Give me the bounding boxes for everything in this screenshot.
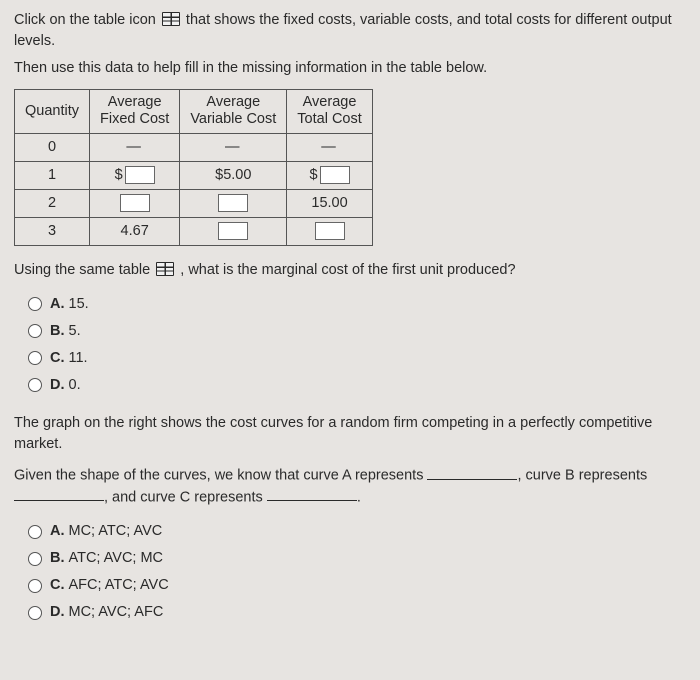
choice-b[interactable]: B.ATC; AVC; MC xyxy=(28,545,686,572)
cell-afc-0: — xyxy=(90,133,180,161)
choice-text: ATC; AVC; MC xyxy=(69,550,164,566)
atc-1-prefix: $ xyxy=(309,165,317,186)
radio-icon[interactable] xyxy=(28,606,42,620)
cell-afc-1: $ xyxy=(90,161,180,189)
blank-a xyxy=(427,465,517,480)
cell-avc-2 xyxy=(180,189,287,217)
choice-c[interactable]: C.11. xyxy=(28,345,686,372)
table-icon[interactable] xyxy=(162,12,180,26)
afc-1-prefix: $ xyxy=(115,165,123,186)
cell-qty-3: 3 xyxy=(15,217,90,245)
instruction-2: Then use this data to help fill in the m… xyxy=(14,58,686,79)
choice-letter: C. xyxy=(50,350,65,366)
table-row: 3 4.67 xyxy=(15,217,373,245)
instruction-1: Click on the table icon that shows the f… xyxy=(14,10,686,52)
cell-atc-2: 15.00 xyxy=(287,189,372,217)
header-afc: AverageFixed Cost xyxy=(90,90,180,134)
choice-a[interactable]: A.15. xyxy=(28,291,686,318)
choice-letter: B. xyxy=(50,550,65,566)
radio-icon[interactable] xyxy=(28,324,42,338)
q2-mid2: , and curve C represents xyxy=(104,489,263,505)
choice-letter: A. xyxy=(50,523,65,539)
choice-b[interactable]: B.5. xyxy=(28,318,686,345)
choice-letter: A. xyxy=(50,296,65,312)
choice-letter: B. xyxy=(50,323,65,339)
choice-d[interactable]: D.0. xyxy=(28,372,686,399)
choice-letter: C. xyxy=(50,577,65,593)
question-1-text: Using the same table , what is the margi… xyxy=(14,260,686,281)
table-row: 1 $ $5.00 $ xyxy=(15,161,373,189)
header-atc: AverageTotal Cost xyxy=(287,90,372,134)
cell-avc-3 xyxy=(180,217,287,245)
question-1-choices: A.15. B.5. C.11. D.0. xyxy=(28,291,686,399)
instruction-1a-text: Click on the table icon xyxy=(14,12,156,28)
q2-lead: Given the shape of the curves, we know t… xyxy=(14,468,423,484)
blank-c xyxy=(267,487,357,502)
atc-1-input[interactable] xyxy=(320,166,350,184)
cell-qty-0: 0 xyxy=(15,133,90,161)
choice-letter: D. xyxy=(50,604,65,620)
cell-afc-2 xyxy=(90,189,180,217)
table-row: 2 15.00 xyxy=(15,189,373,217)
instruction-2-text: Then use this data to help fill in the m… xyxy=(14,60,487,76)
radio-icon[interactable] xyxy=(28,525,42,539)
question-2-intro: The graph on the right shows the cost cu… xyxy=(14,413,686,455)
avc-2-input[interactable] xyxy=(218,194,248,212)
choice-text: 0. xyxy=(69,377,81,393)
cell-atc-1: $ xyxy=(287,161,372,189)
radio-icon[interactable] xyxy=(28,351,42,365)
cell-qty-1: 1 xyxy=(15,161,90,189)
q2-mid1: , curve B represents xyxy=(517,468,647,484)
radio-icon[interactable] xyxy=(28,378,42,392)
choice-letter: D. xyxy=(50,377,65,393)
question-2-prompt: Given the shape of the curves, we know t… xyxy=(14,465,686,508)
q1-text-a: Using the same table xyxy=(14,262,150,278)
table-row: 0 — — — xyxy=(15,133,373,161)
choice-d[interactable]: D.MC; AVC; AFC xyxy=(28,599,686,626)
choice-c[interactable]: C.AFC; ATC; AVC xyxy=(28,572,686,599)
choice-text: AFC; ATC; AVC xyxy=(69,577,169,593)
costs-table: Quantity AverageFixed Cost AverageVariab… xyxy=(14,89,373,246)
choice-text: 11. xyxy=(69,350,88,366)
radio-icon[interactable] xyxy=(28,552,42,566)
cell-avc-0: — xyxy=(180,133,287,161)
table-icon[interactable] xyxy=(156,262,174,276)
choice-text: MC; AVC; AFC xyxy=(69,604,164,620)
table-header-row: Quantity AverageFixed Cost AverageVariab… xyxy=(15,90,373,134)
q1-text-b: , what is the marginal cost of the first… xyxy=(180,262,515,278)
question-2-choices: A.MC; ATC; AVC B.ATC; AVC; MC C.AFC; ATC… xyxy=(28,518,686,626)
radio-icon[interactable] xyxy=(28,297,42,311)
header-quantity: Quantity xyxy=(15,90,90,134)
header-avc: AverageVariable Cost xyxy=(180,90,287,134)
cell-atc-0: — xyxy=(287,133,372,161)
avc-3-input[interactable] xyxy=(218,222,248,240)
choice-text: 5. xyxy=(69,323,81,339)
radio-icon[interactable] xyxy=(28,579,42,593)
afc-1-input[interactable] xyxy=(125,166,155,184)
choice-a[interactable]: A.MC; ATC; AVC xyxy=(28,518,686,545)
choice-text: MC; ATC; AVC xyxy=(69,523,163,539)
q2-end: . xyxy=(357,489,361,505)
choice-text: 15. xyxy=(69,296,89,312)
blank-b xyxy=(14,487,104,502)
cell-afc-3: 4.67 xyxy=(90,217,180,245)
atc-3-input[interactable] xyxy=(315,222,345,240)
cell-atc-3 xyxy=(287,217,372,245)
cell-qty-2: 2 xyxy=(15,189,90,217)
cell-avc-1: $5.00 xyxy=(180,161,287,189)
afc-2-input[interactable] xyxy=(120,194,150,212)
